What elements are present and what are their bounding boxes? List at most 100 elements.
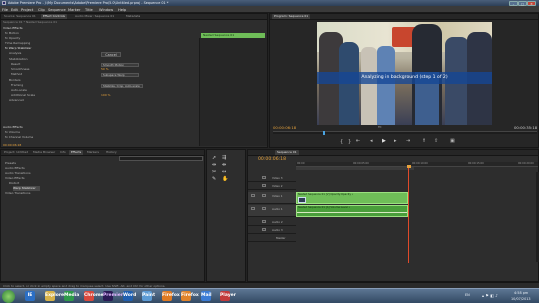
effects-item-audio-effects[interactable]: Audio Effects <box>5 166 25 171</box>
effect-controls-timecode[interactable]: 00:00:06:18 <box>3 143 21 148</box>
media-taskbar-icon[interactable]: Media <box>64 291 79 301</box>
cancel-button[interactable]: Cancel <box>101 52 121 57</box>
premiere-taskbar-icon[interactable]: Premiere <box>103 291 126 301</box>
menu-clip[interactable]: Clip <box>38 8 45 12</box>
track-header-audio-2[interactable]: Audio 2 <box>248 218 296 226</box>
menu-sequence[interactable]: Sequence <box>48 8 66 12</box>
minimize-button[interactable]: – <box>509 0 518 6</box>
menu-edit[interactable]: Edit <box>11 8 18 12</box>
tray-icons[interactable]: ▴ ⚑ ◧ ♪ <box>482 293 498 298</box>
additional-scale-value[interactable]: 100 % <box>101 93 111 98</box>
go-to-out-icon[interactable]: ⇥ <box>406 138 410 144</box>
tab-history[interactable]: History <box>104 150 119 155</box>
speaker-icon[interactable] <box>262 207 266 210</box>
eye-icon[interactable] <box>262 194 266 197</box>
clock-date[interactable]: 10/07/2013 <box>511 297 531 301</box>
tab-metadata[interactable]: Metadata <box>124 14 142 19</box>
pen-tool-icon[interactable]: ✎ <box>212 176 216 182</box>
go-to-in-icon[interactable]: ⇤ <box>356 138 360 144</box>
speaker-icon[interactable] <box>262 220 266 223</box>
effects-item-video-transitions[interactable]: Video Transitions <box>5 191 30 196</box>
tab-markers[interactable]: Markers <box>85 150 101 155</box>
hand-tool-icon[interactable]: ✋ <box>222 176 228 182</box>
effects-item-distort[interactable]: Distort <box>9 181 19 186</box>
eye-icon[interactable] <box>262 176 266 179</box>
effect-time-remapping[interactable]: Time Remapping <box>5 41 30 46</box>
track-select-tool-icon[interactable]: ⇶ <box>222 155 226 161</box>
volume-rubberband[interactable] <box>297 212 407 213</box>
method-dropdown[interactable]: Subspace Warp <box>101 72 139 77</box>
chrome-taskbar-icon[interactable]: Chrome <box>84 291 104 301</box>
menu-project[interactable]: Project <box>21 8 33 12</box>
player-taskbar-icon[interactable]: Player <box>220 291 236 301</box>
step-back-icon[interactable]: ◂ <box>370 138 373 144</box>
step-forward-icon[interactable]: ▸ <box>394 138 397 144</box>
tab-project[interactable]: Project: Untitled <box>2 150 30 155</box>
menu-file[interactable]: File <box>2 8 8 12</box>
menu-window[interactable]: Window <box>99 8 113 12</box>
slip-tool-icon[interactable]: ↔ <box>222 169 226 175</box>
export-frame-icon[interactable]: ▣ <box>450 138 455 144</box>
firefox-taskbar-icon[interactable]: Firefox <box>162 291 180 301</box>
playhead-handle[interactable] <box>406 165 411 168</box>
program-scrub-bar[interactable] <box>273 131 537 135</box>
effects-item-audio-transitions[interactable]: Audio Transitions <box>5 171 31 176</box>
speaker-icon[interactable] <box>262 228 266 231</box>
paint-taskbar-icon[interactable]: Paint <box>142 291 155 301</box>
framing-dropdown[interactable]: Stabilize, Crop, Auto-scale <box>101 83 143 88</box>
menu-help[interactable]: Help <box>118 8 126 12</box>
mark-out-icon[interactable]: } <box>348 139 351 145</box>
tab-media-browser[interactable]: Media Browser <box>31 150 57 155</box>
mark-in-icon[interactable]: { <box>340 139 343 145</box>
track-area[interactable]: Nested Sequence 01 [V] Opacity:Opacity •… <box>296 172 538 262</box>
menu-title[interactable]: Title <box>85 8 93 12</box>
track-header-video-1[interactable]: Video 1 <box>248 192 296 204</box>
tab-effects[interactable]: Effects <box>69 150 84 155</box>
tab-program[interactable]: Program: Sequence 01 <box>272 14 311 19</box>
clock-time[interactable]: 4:58 pm <box>514 291 528 295</box>
play-icon[interactable]: ▶ <box>382 138 386 144</box>
result-dropdown[interactable]: Smooth Motion <box>101 62 139 67</box>
program-playhead[interactable] <box>323 131 325 135</box>
target-icon[interactable] <box>251 194 255 197</box>
firefox-2-taskbar-icon[interactable]: Firefox <box>181 291 199 301</box>
effects-item-presets[interactable]: Presets <box>5 161 16 166</box>
language-indicator[interactable]: EN <box>465 293 470 297</box>
effect-volume[interactable]: fx Volume <box>5 130 20 135</box>
word-taskbar-icon[interactable]: Word <box>123 291 136 301</box>
close-button[interactable]: ✕ <box>527 0 536 6</box>
effects-item-warp-stabilizer[interactable]: Warp Stabilizer <box>13 186 40 191</box>
effects-item-video-effects[interactable]: Video Effects <box>5 176 25 181</box>
zoom-fit-dropdown[interactable]: Fit <box>378 125 382 129</box>
effect-motion[interactable]: fx Motion <box>5 31 19 36</box>
audio-clip[interactable]: Nested Sequence 01 [A] Volume:Level • <box>296 205 408 217</box>
smoothness-value[interactable]: 50 % <box>101 67 109 72</box>
mini-timeline-area[interactable] <box>199 38 267 146</box>
explorer-taskbar-icon[interactable]: Explorer <box>45 291 66 301</box>
extract-icon[interactable]: ⇧ <box>434 138 438 144</box>
mail-taskbar-icon[interactable]: Mail <box>201 291 212 301</box>
video-clip[interactable]: Nested Sequence 01 [V] Opacity:Opacity • <box>296 192 408 204</box>
video-frame[interactable]: Analyzing in background (step 1 of 2) <box>317 22 492 125</box>
target-icon[interactable] <box>251 207 255 210</box>
ie-taskbar-icon[interactable]: IE <box>25 291 35 301</box>
track-header-master[interactable]: Master <box>248 234 296 242</box>
tab-info[interactable]: Info <box>58 150 68 155</box>
start-button[interactable] <box>2 290 15 303</box>
menu-marker[interactable]: Marker <box>68 8 80 12</box>
track-header-video-2[interactable]: Video 2 <box>248 182 296 190</box>
maximize-button[interactable]: □ <box>518 0 527 6</box>
tab-source[interactable]: Source: Sequence 01 <box>2 14 38 19</box>
effect-channel-volume[interactable]: fx Channel Volume <box>5 135 33 140</box>
program-timecode-left[interactable]: 00:00:06:18 <box>273 125 296 130</box>
timeline-timecode[interactable]: 00:00:06:18 <box>258 157 286 162</box>
effect-warp-stabilizer[interactable]: fx Warp Stabilizer <box>5 46 31 51</box>
ripple-edit-tool-icon[interactable]: ⇹ <box>212 162 216 168</box>
effects-search-input[interactable] <box>119 156 203 161</box>
effect-opacity[interactable]: fx Opacity <box>5 36 20 41</box>
razor-tool-icon[interactable]: ✂ <box>212 169 216 175</box>
lift-icon[interactable]: ⇑ <box>422 138 426 144</box>
rolling-edit-tool-icon[interactable]: ⇼ <box>222 162 226 168</box>
track-header-audio-1[interactable]: Audio 1 <box>248 205 296 217</box>
work-area-bar[interactable] <box>296 167 414 170</box>
